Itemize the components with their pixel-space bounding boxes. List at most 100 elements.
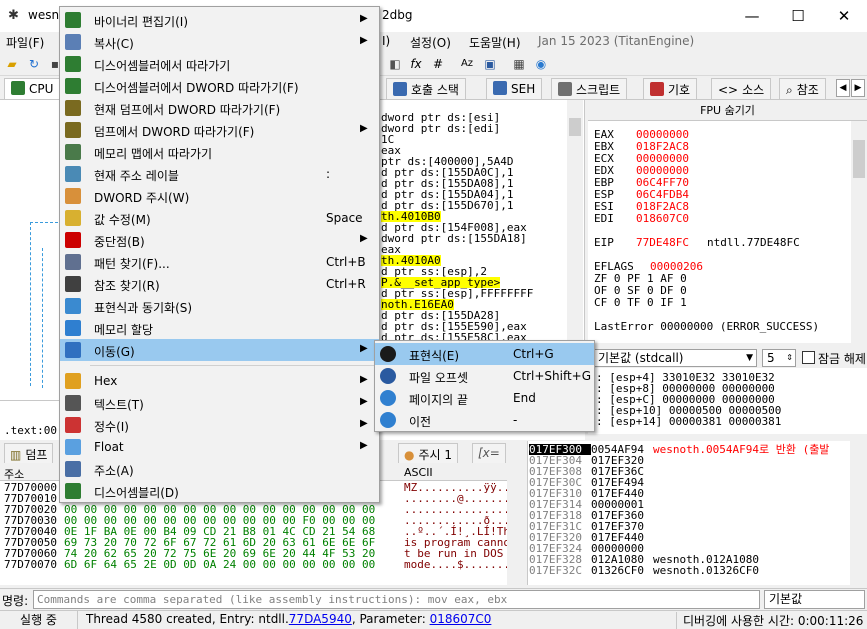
patch-icon[interactable]: ▣ bbox=[481, 55, 499, 73]
disassembly-scroll-thumb[interactable] bbox=[569, 118, 581, 136]
submenu-item-arrow-down[interactable]: 페이지의 끝 End bbox=[375, 387, 594, 409]
calculator-icon[interactable]: ▦ bbox=[510, 55, 528, 73]
spinner-arrows-icon: ⇕ bbox=[786, 353, 793, 362]
submenu-arrow-icon: ▶ bbox=[360, 440, 368, 451]
hash-icon[interactable]: # bbox=[429, 55, 447, 73]
menu-help[interactable]: 도움말(H) bbox=[469, 34, 521, 51]
dump-dword-icon bbox=[65, 100, 81, 116]
arg-count-spinner[interactable]: 5 ⇕ bbox=[762, 349, 796, 367]
menu-item-disasm-follow[interactable]: 디스어셈블러에서 따라가기 bbox=[60, 53, 379, 75]
flags-row[interactable]: CF 0 TF 0 IF 1 bbox=[594, 296, 687, 309]
menu-item-shortcut: Space bbox=[326, 211, 363, 225]
tab-script[interactable]: 스크립트 bbox=[551, 78, 628, 99]
menu-item-find-refs[interactable]: 참조 찾기(R) Ctrl+R bbox=[60, 273, 379, 295]
unlock-checkbox[interactable] bbox=[802, 351, 815, 364]
disasm-line[interactable]: dword ptr ds:[edi] bbox=[381, 123, 500, 134]
menu-item-breakpoint[interactable]: 중단점(B) ▶ bbox=[60, 229, 379, 251]
menu-item-label: 디스어셈블러에서 따라가기 bbox=[94, 59, 231, 73]
text-icon bbox=[65, 395, 81, 411]
submenu-item-label: 페이지의 끝 bbox=[409, 393, 469, 407]
menu-item-address[interactable]: 주소(A) bbox=[60, 458, 379, 480]
menu-item-alloc-memory[interactable]: 메모리 할당 bbox=[60, 317, 379, 339]
stack-value[interactable]: 01326CF0 bbox=[591, 565, 653, 576]
menu-item-float[interactable]: Float ▶ bbox=[60, 436, 379, 458]
submenu-item-expression-target[interactable]: 표현식(E) Ctrl+G bbox=[375, 343, 594, 365]
menu-settings[interactable]: 설정(O) bbox=[410, 34, 451, 51]
menu-item-dump-follow[interactable]: 덤프에서 DWORD 따라가기(F) ▶ bbox=[60, 119, 379, 141]
register-row[interactable]: EIP 77DE48FC ntdll.77DE48FC bbox=[594, 236, 800, 249]
stack-row[interactable]: 017EF32C 01326CF0 wesnoth.01326CF0 bbox=[529, 565, 759, 576]
integer-icon bbox=[65, 417, 81, 433]
dump-col-address: 주소 bbox=[4, 468, 25, 481]
tab-cpu[interactable]: CPU bbox=[4, 78, 61, 99]
menu-item-integer[interactable]: 정수(I) ▶ bbox=[60, 414, 379, 436]
open-folder-icon[interactable]: ▰ bbox=[3, 55, 21, 73]
function-icon[interactable]: fx bbox=[407, 55, 425, 73]
submenu-item-arrow-left[interactable]: 이전 - bbox=[375, 409, 594, 431]
arrow-left-icon bbox=[380, 412, 396, 428]
command-input[interactable]: Commands are comma separated (like assem… bbox=[33, 590, 760, 609]
fpu-toggle-button[interactable]: FPU 숨기기 bbox=[588, 101, 867, 121]
hw-icon[interactable]: ◧ bbox=[386, 55, 404, 73]
dump-row[interactable]: 77D70070 6D 6F 64 65 2E 0D 0D 0A 24 00 00… bbox=[4, 559, 510, 570]
menu-item-watch[interactable]: DWORD 주시(W) bbox=[60, 185, 379, 207]
menu-item-memory-map[interactable]: 메모리 맵에서 따라가기 bbox=[60, 141, 379, 163]
menu-item-label: 현재 덤프에서 DWORD 따라가기(F) bbox=[94, 103, 281, 117]
dump-ascii[interactable]: mode....$....... bbox=[404, 558, 510, 571]
binary-editor-icon bbox=[65, 12, 81, 28]
menu-item-find-pattern[interactable]: 패턴 찾기(F)... Ctrl+B bbox=[60, 251, 379, 273]
maximize-button[interactable]: ☐ bbox=[775, 0, 821, 32]
menu-item-hex[interactable]: Hex ▶ bbox=[60, 370, 379, 392]
minimize-button[interactable]: — bbox=[729, 0, 775, 32]
tab-seh[interactable]: SEH bbox=[486, 78, 543, 99]
tab-symbols[interactable]: 기호 bbox=[643, 78, 698, 99]
menu-item-label: 메모리 할당 bbox=[94, 323, 154, 337]
tab-callstack[interactable]: 호출 스택 bbox=[386, 78, 466, 99]
menu-item-label[interactable]: 현재 주소 레이블: bbox=[60, 163, 379, 185]
menu-item-disasm-dword[interactable]: 디스어셈블러에서 DWORD 따라가기(F) bbox=[60, 75, 379, 97]
tab-watch[interactable]: ● 주시 1 bbox=[398, 443, 459, 463]
tabs-scroll-right[interactable]: ▶ bbox=[851, 79, 865, 97]
dump-scrollbar[interactable] bbox=[507, 465, 525, 585]
tab-dump[interactable]: ▥ 덤프 bbox=[4, 443, 54, 463]
font-size-icon[interactable]: Aᴢ bbox=[458, 55, 476, 73]
globe-icon[interactable]: ◉ bbox=[532, 55, 550, 73]
menu-item-disassembly[interactable]: 디스어셈블리(D) bbox=[60, 480, 379, 502]
submenu-item-file-offset[interactable]: 파일 오프셋 Ctrl+Shift+G bbox=[375, 365, 594, 387]
stack-scrollbar[interactable] bbox=[850, 441, 867, 585]
tab-locals[interactable]: [x= bbox=[472, 443, 506, 463]
dump-hex[interactable]: 6D 6F 64 65 2E 0D 0D 0A 24 00 00 00 00 0… bbox=[64, 559, 404, 570]
tab-references[interactable]: ⌕ 참조 bbox=[779, 78, 826, 99]
menu-partial[interactable]: I) bbox=[382, 34, 390, 48]
debug-time: 디버깅에 사용한 시간: 0:00:11:26 bbox=[676, 612, 863, 629]
register-value[interactable]: 018607C0 bbox=[636, 212, 689, 225]
tab-source[interactable]: <> 소스 bbox=[711, 78, 772, 99]
menu-item-sync[interactable]: 표현식과 동기화(S) bbox=[60, 295, 379, 317]
command-mode-select[interactable]: 기본값 bbox=[764, 590, 865, 609]
lasterror-row[interactable]: LastError 00000000 (ERROR_SUCCESS) bbox=[594, 320, 819, 333]
menu-file[interactable]: 파일(F) bbox=[6, 34, 44, 51]
menu-item-goto[interactable]: 이동(G) ▶ bbox=[60, 339, 379, 361]
menu-item-copy[interactable]: 복사(C) ▶ bbox=[60, 31, 379, 53]
menu-item-text[interactable]: 텍스트(T) ▶ bbox=[60, 392, 379, 414]
stack-comment: wesnoth.01326CF0 bbox=[653, 564, 759, 577]
close-button[interactable]: ✕ bbox=[821, 0, 867, 32]
menu-item-dump-dword[interactable]: 현재 덤프에서 DWORD 따라가기(F) bbox=[60, 97, 379, 119]
restart-icon[interactable]: ↻ bbox=[25, 55, 43, 73]
disasm-line[interactable]: dword ptr ds:[155DA18] bbox=[381, 233, 527, 244]
find-pattern-icon bbox=[65, 254, 81, 270]
stack-arg-row[interactable]: : [esp+14] 00000381 00000381 bbox=[596, 415, 781, 428]
callconv-select[interactable]: 기본값 (stdcall) ▼ bbox=[594, 349, 757, 367]
menu-item-shortcut: : bbox=[326, 167, 331, 181]
tabs-scroll-left[interactable]: ◀ bbox=[836, 79, 850, 97]
entry-link[interactable]: 77DA5940 bbox=[289, 612, 352, 626]
registers-scroll-thumb[interactable] bbox=[853, 140, 865, 178]
register-row[interactable]: EDI 018607C0 bbox=[594, 212, 689, 225]
menu-item-label: Hex bbox=[94, 374, 118, 388]
menu-item-modify-pencil[interactable]: 값 수정(M) Space bbox=[60, 207, 379, 229]
menu-item-binary-editor[interactable]: 바이너리 편집기(I) ▶ bbox=[60, 9, 379, 31]
dump-col-ascii: ASCII bbox=[404, 466, 433, 479]
register-value[interactable]: 77DE48FC bbox=[636, 236, 689, 249]
parameter-link[interactable]: 018607C0 bbox=[430, 612, 492, 626]
register-comment: ntdll.77DE48FC bbox=[706, 236, 800, 249]
